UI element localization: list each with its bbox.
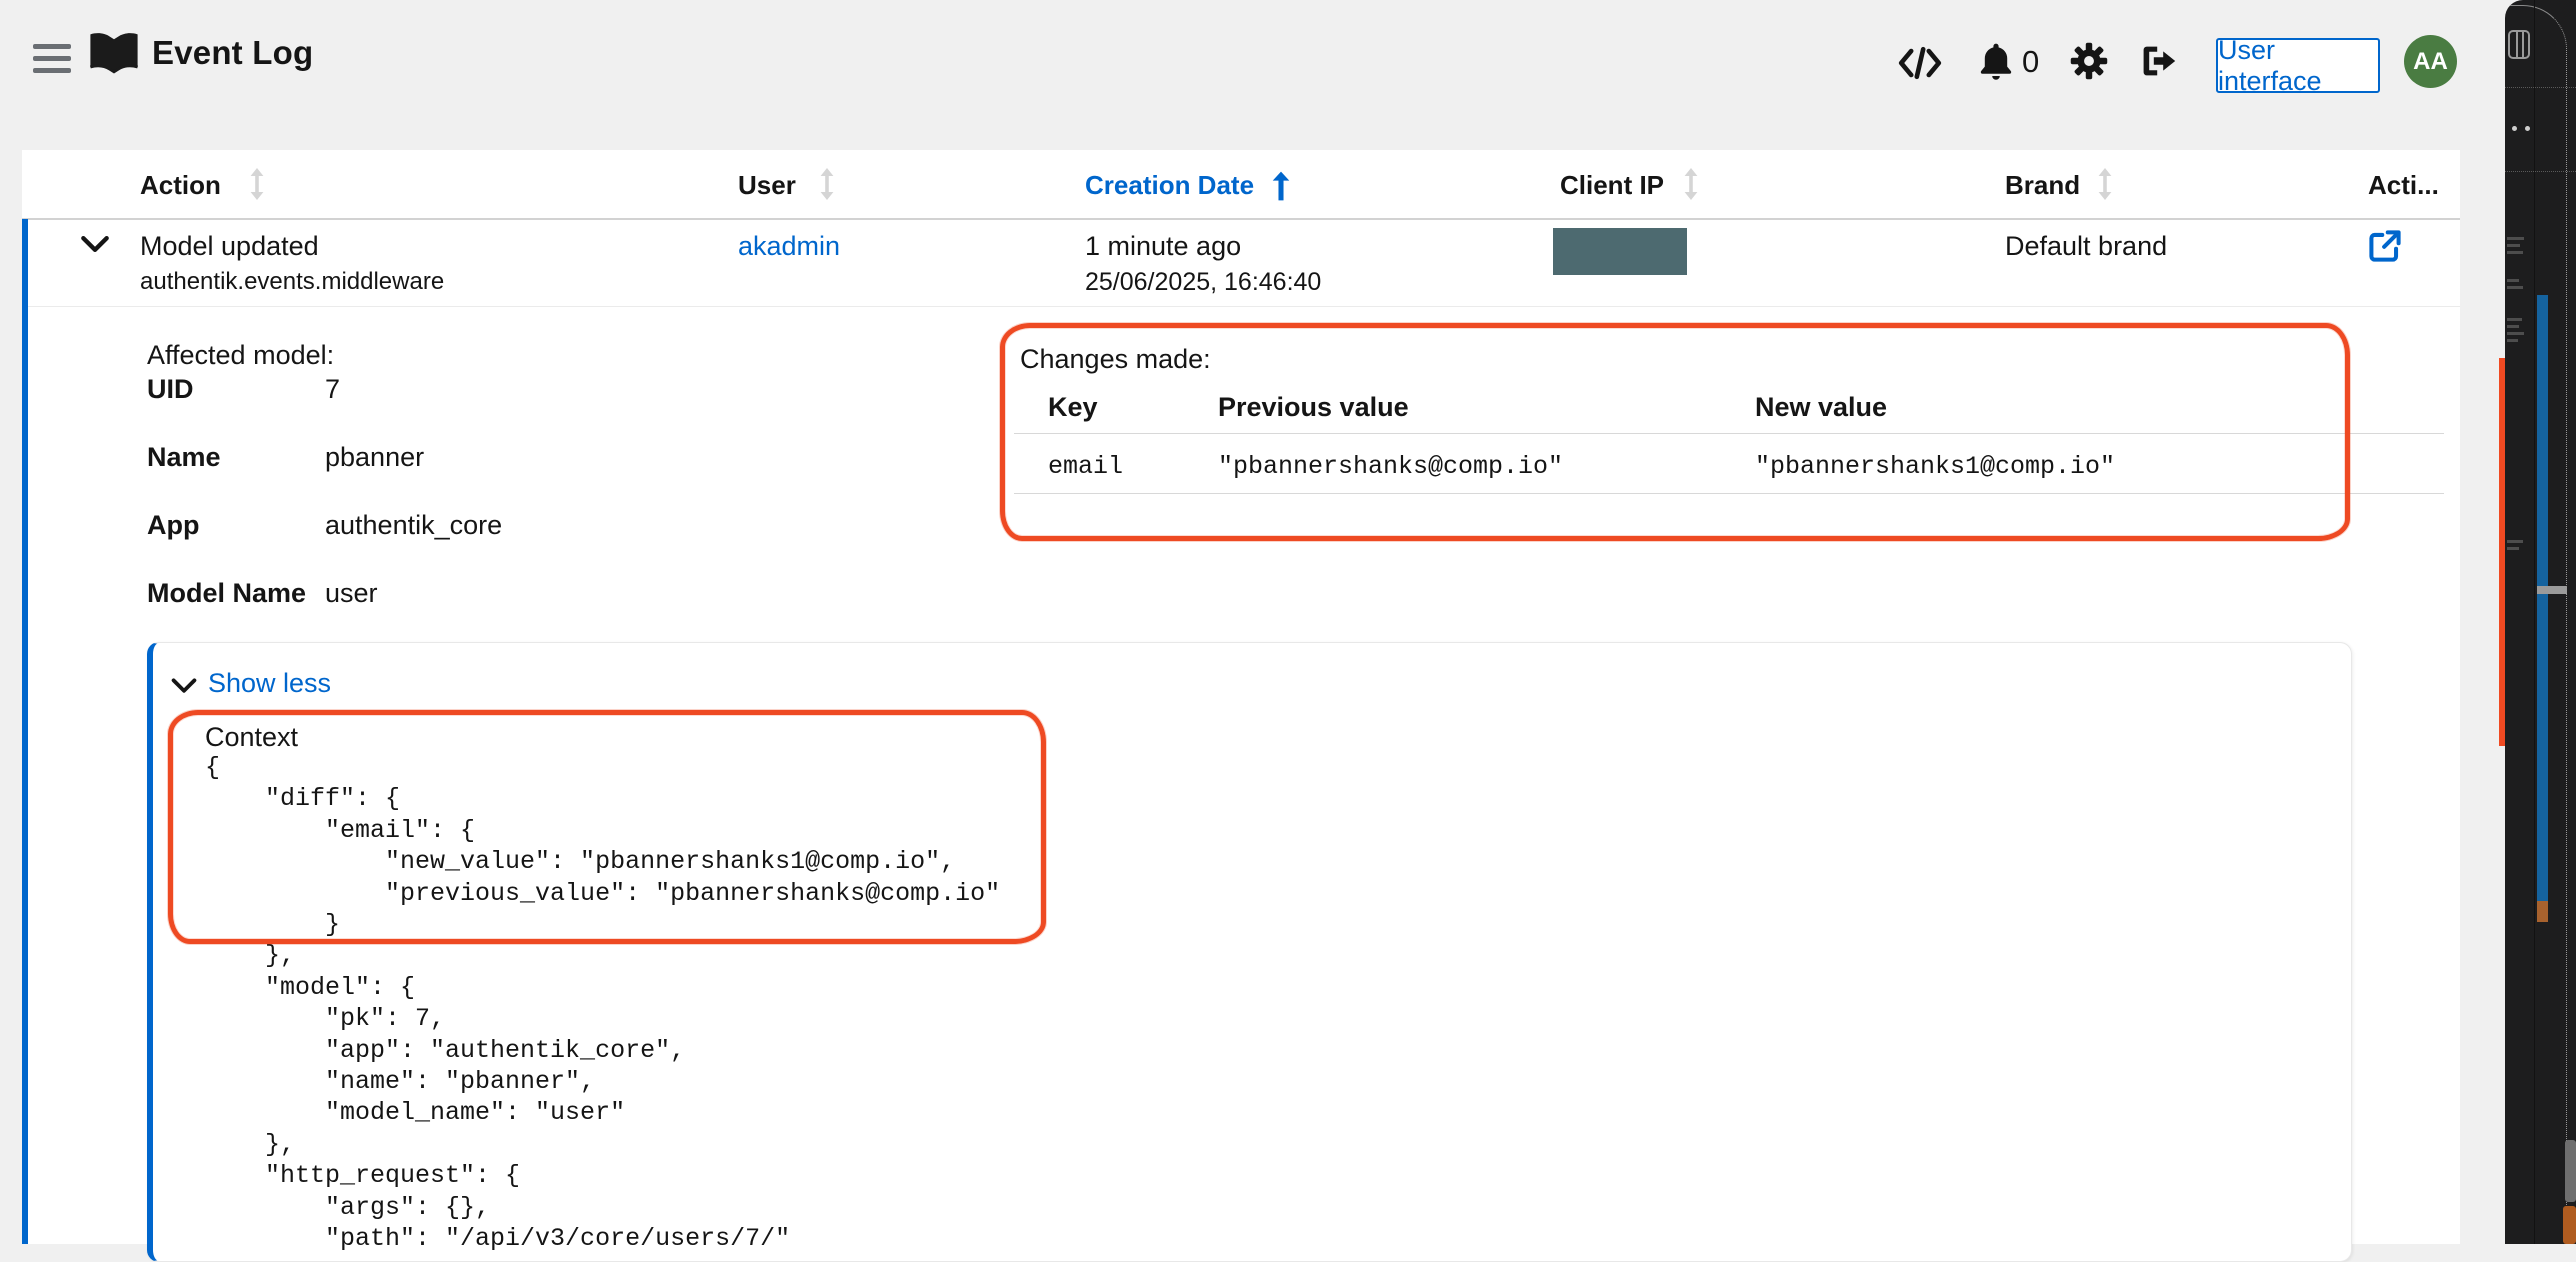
field-label-name: Name	[147, 442, 221, 473]
minimap-brown-bar	[2537, 901, 2548, 922]
annotation-vertical-line	[2499, 358, 2505, 746]
strip-vertical-line	[2534, 0, 2535, 1244]
row-created-absolute: 25/06/2025, 16:46:40	[1085, 268, 1321, 297]
column-header-action[interactable]: Action	[140, 170, 221, 201]
api-code-icon[interactable]	[1898, 46, 1942, 85]
user-interface-button-label: User interface	[2218, 35, 2378, 97]
row-action-title: Model updated	[140, 231, 319, 262]
event-log-page: Event Log 0	[0, 0, 2576, 1244]
affected-model-label: Affected model:	[147, 340, 334, 371]
table-header-divider	[22, 218, 2460, 220]
user-interface-button[interactable]: User interface	[2216, 38, 2380, 93]
divider-dotted	[2505, 87, 2576, 88]
sort-icon-brand[interactable]	[2096, 168, 2114, 200]
dot-icon	[2512, 126, 2517, 131]
column-header-client-ip[interactable]: Client IP	[1560, 170, 1664, 201]
avatar[interactable]: AA	[2404, 35, 2457, 88]
changes-col-key: Key	[1048, 392, 1098, 423]
right-window-outline	[2505, 5, 2567, 1244]
sort-icon-action[interactable]	[248, 168, 266, 200]
changes-table-divider-bottom	[1014, 493, 2444, 494]
sort-icon-client-ip[interactable]	[1682, 168, 1700, 200]
changes-table-divider	[1014, 433, 2444, 434]
avatar-initials: AA	[2413, 48, 2448, 76]
field-label-uid: UID	[147, 374, 194, 405]
row-user-link[interactable]: akadmin	[738, 231, 840, 262]
field-value-model-name: user	[325, 578, 378, 609]
menu-hamburger-icon[interactable]	[33, 44, 71, 78]
minimap-blue-bar	[2537, 295, 2548, 920]
settings-gear-icon[interactable]	[2070, 42, 2108, 85]
sort-ascending-icon[interactable]	[1272, 170, 1290, 202]
expanded-row-accent-border	[22, 219, 28, 1244]
top-header-bar: Event Log 0	[0, 0, 2576, 150]
sign-out-icon[interactable]	[2142, 44, 2178, 83]
field-value-app: authentik_core	[325, 510, 502, 541]
minimap-blob	[2563, 1206, 2576, 1244]
context-label: Context	[205, 722, 298, 753]
show-less-toggle[interactable]: Show less	[208, 668, 331, 699]
row-brand: Default brand	[2005, 231, 2167, 262]
show-less-chevron-icon[interactable]	[171, 678, 197, 694]
notifications-count: 0	[2022, 44, 2039, 80]
client-ip-redacted-box	[1553, 228, 1687, 275]
changes-col-new: New value	[1755, 392, 1887, 423]
changes-row-new-value: "pbannershanks1@comp.io"	[1755, 452, 2115, 481]
row-expand-caret-icon[interactable]	[80, 234, 112, 260]
right-edge-window	[2505, 0, 2576, 1244]
page-title: Event Log	[152, 34, 313, 72]
open-event-share-icon[interactable]	[2368, 229, 2402, 263]
changes-row-key: email	[1048, 452, 1123, 481]
field-label-model-name: Model Name	[147, 578, 306, 609]
notifications-bell-icon[interactable]	[1980, 42, 2012, 85]
changes-made-title: Changes made:	[1020, 344, 1211, 375]
minimap-blob	[2565, 1140, 2576, 1202]
column-header-creation-date[interactable]: Creation Date	[1085, 170, 1254, 201]
field-value-uid: 7	[325, 374, 340, 405]
row-created-relative: 1 minute ago	[1085, 231, 1241, 262]
column-header-actions: Acti...	[2368, 170, 2439, 201]
event-log-book-icon	[88, 30, 140, 81]
row-action-subtitle: authentik.events.middleware	[140, 268, 444, 296]
changes-row-previous-value: "pbannershanks@comp.io"	[1218, 452, 1563, 481]
changes-col-previous: Previous value	[1218, 392, 1409, 423]
field-value-name: pbanner	[325, 442, 424, 473]
minimap-gray-bar	[2537, 586, 2567, 594]
panes-icon	[2508, 30, 2530, 59]
row-divider	[28, 306, 2460, 307]
column-header-brand[interactable]: Brand	[2005, 170, 2080, 201]
context-json-code: { "diff": { "email": { "new_value": "pba…	[205, 752, 1000, 1255]
column-header-user[interactable]: User	[738, 170, 796, 201]
dot-icon	[2525, 126, 2530, 131]
divider-dotted	[2505, 171, 2576, 172]
sort-icon-user[interactable]	[818, 168, 836, 200]
field-label-app: App	[147, 510, 199, 541]
